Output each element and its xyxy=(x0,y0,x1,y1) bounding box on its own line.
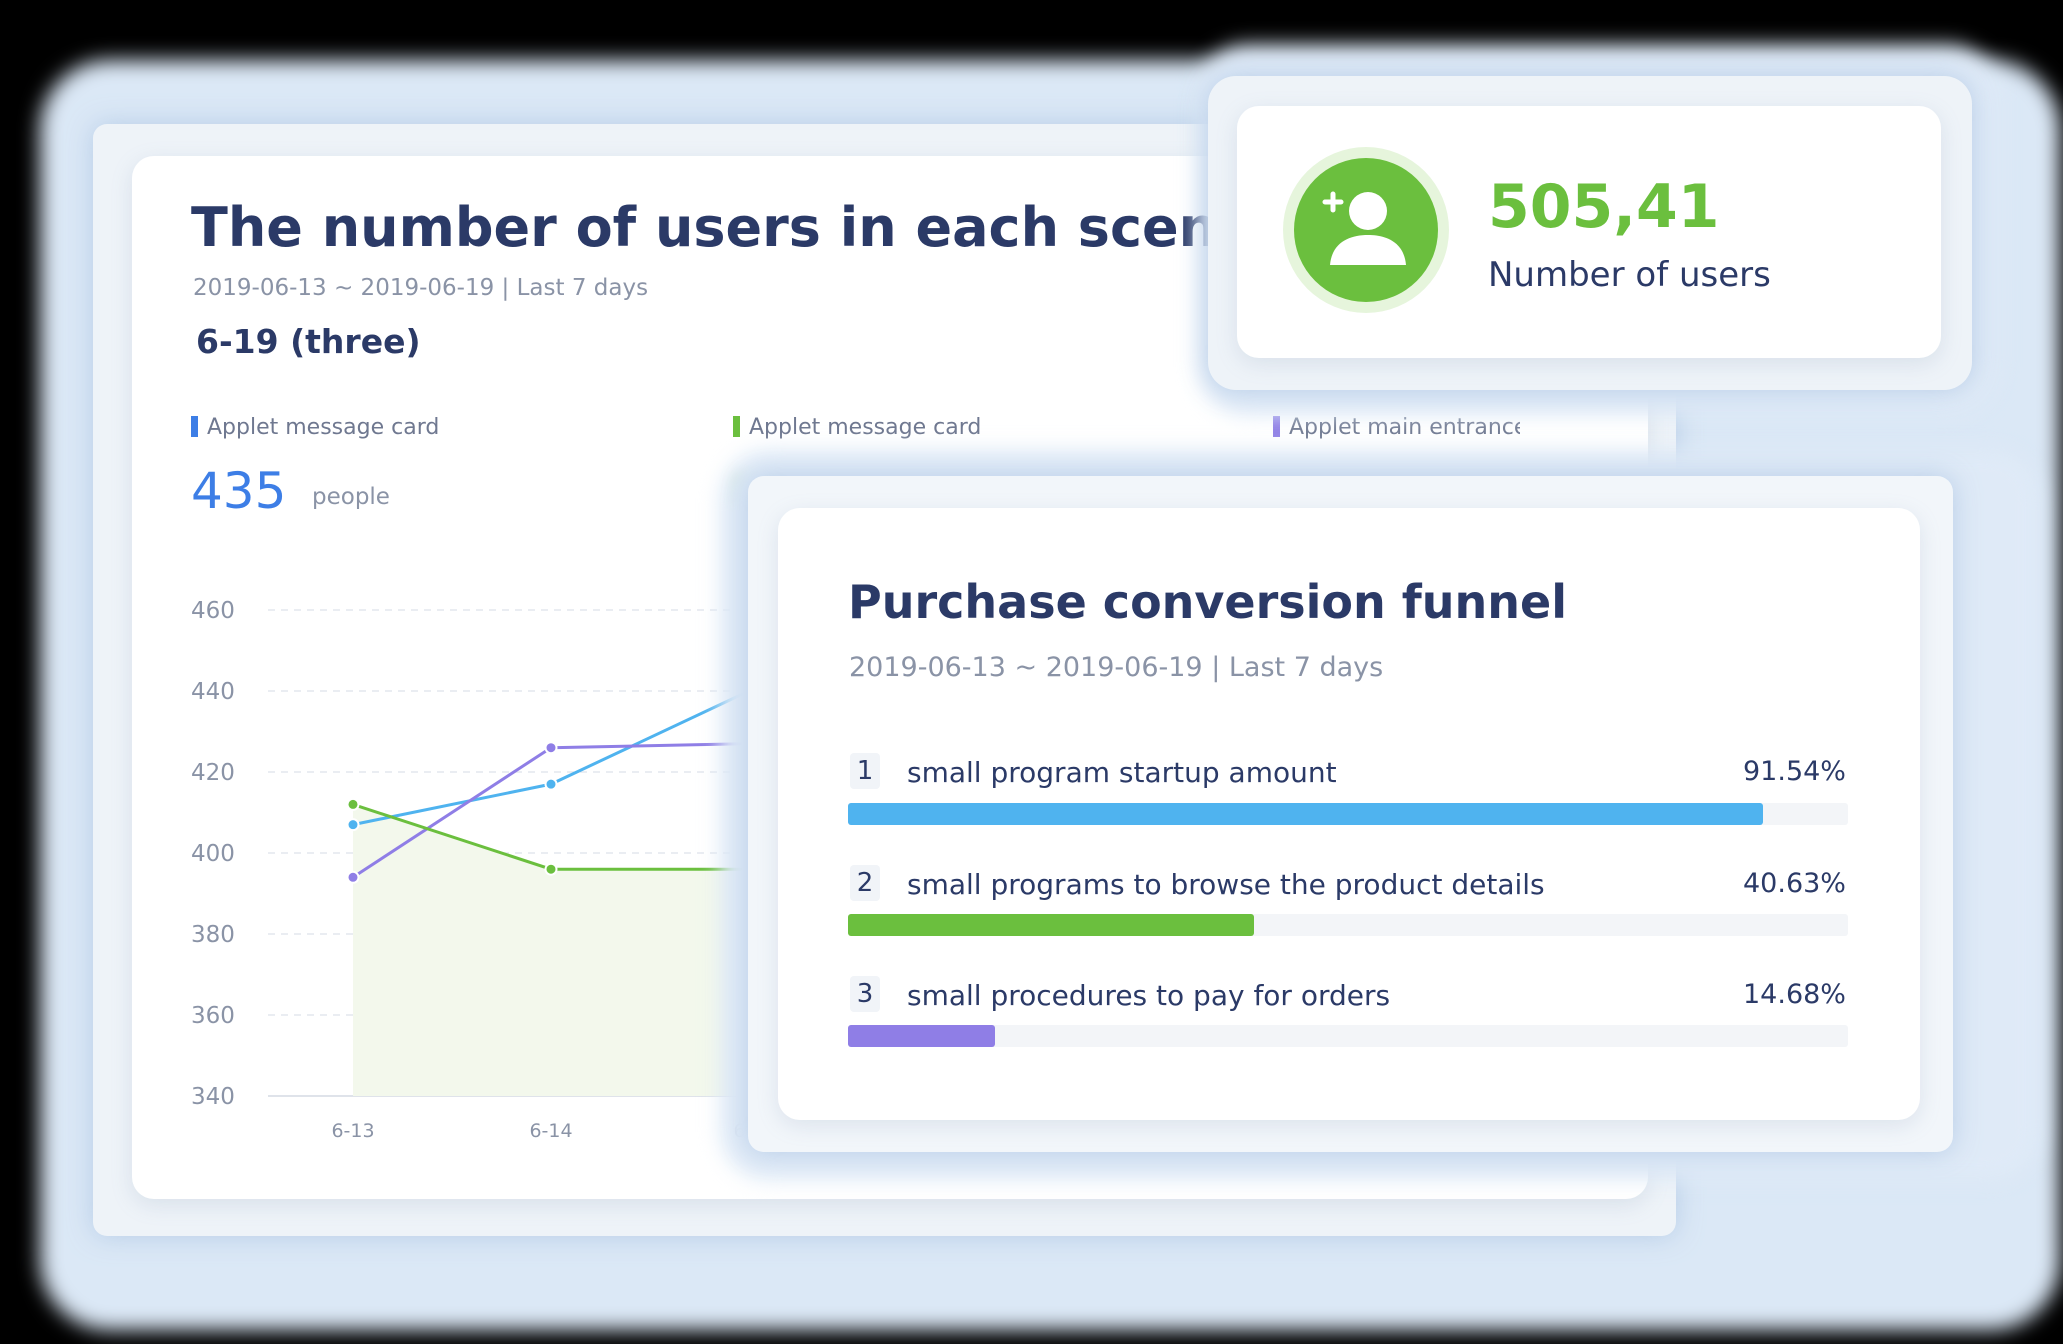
add-user-icon xyxy=(1283,147,1449,313)
step-percent: 91.54% xyxy=(1743,756,1846,787)
y-tick-label: 380 xyxy=(191,922,235,948)
funnel-bar-track xyxy=(848,1025,1848,1047)
step-number: 2 xyxy=(850,865,880,901)
x-tick-label: 6-13 xyxy=(331,1120,374,1142)
y-tick-label: 400 xyxy=(191,841,235,867)
y-tick-label: 340 xyxy=(191,1084,235,1110)
step-label: small procedures to pay for orders xyxy=(907,979,1391,1012)
y-tick-label: 440 xyxy=(191,679,235,705)
funnel-title: Purchase conversion funnel xyxy=(848,575,1568,629)
step-number: 1 xyxy=(850,753,880,789)
data-point xyxy=(544,862,558,876)
step-label: small programs to browse the product det… xyxy=(907,868,1545,901)
step-label: small program startup amount xyxy=(907,756,1337,789)
data-point xyxy=(346,870,360,884)
funnel-bar-fill xyxy=(848,803,1764,825)
data-point xyxy=(346,797,360,811)
funnel-bar-track xyxy=(848,914,1848,936)
step-percent: 14.68% xyxy=(1743,979,1846,1010)
series-line xyxy=(352,689,750,827)
step-percent: 40.63% xyxy=(1743,868,1846,899)
stat-label: Number of users xyxy=(1488,255,1771,295)
series-area xyxy=(353,804,749,1096)
data-point xyxy=(544,777,558,791)
data-point xyxy=(544,741,558,755)
y-tick-label: 420 xyxy=(191,760,235,786)
funnel-bar-fill xyxy=(848,1025,995,1047)
y-tick-label: 460 xyxy=(191,598,235,624)
funnel-bar-track xyxy=(848,803,1848,825)
stat-value: 505,41 xyxy=(1488,172,1720,242)
funnel-bar-fill xyxy=(848,914,1255,936)
y-tick-label: 360 xyxy=(191,1003,235,1029)
funnel-date-range: 2019-06-13 ~ 2019-06-19 | Last 7 days xyxy=(849,652,1384,683)
step-number: 3 xyxy=(850,976,880,1012)
data-point xyxy=(346,818,360,832)
x-tick-label: 6-14 xyxy=(529,1120,572,1142)
